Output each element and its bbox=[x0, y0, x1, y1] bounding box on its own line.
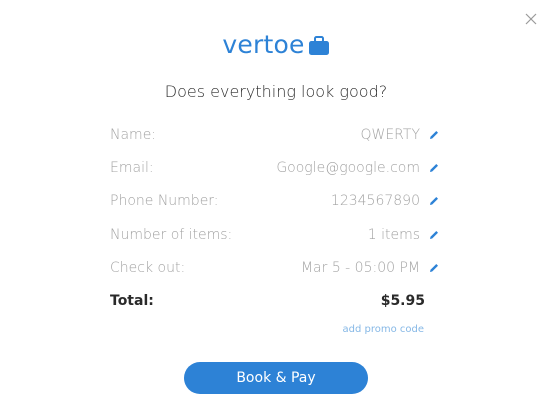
edit-items-button[interactable] bbox=[426, 227, 442, 243]
edit-phone-button[interactable] bbox=[426, 193, 442, 209]
checkout-value: Mar 5 - 05:00 PM bbox=[300, 260, 420, 276]
phone-label: Phone Number: bbox=[110, 193, 219, 209]
confirmation-heading: Does everything look good? bbox=[164, 82, 388, 101]
edit-email-button[interactable] bbox=[426, 160, 442, 176]
book-and-pay-button[interactable]: Book & Pay bbox=[184, 362, 368, 394]
add-promo-code-link[interactable]: add promo code bbox=[330, 324, 424, 335]
checkout-label: Check out: bbox=[110, 260, 186, 276]
items-value: 1 items bbox=[367, 227, 420, 243]
detail-row-email: Email: Google@google.com bbox=[110, 157, 442, 179]
close-icon bbox=[525, 13, 537, 25]
detail-row-phone: Phone Number: 1234567890 bbox=[110, 190, 442, 212]
edit-name-button[interactable] bbox=[426, 127, 442, 143]
total-value: $5.95 bbox=[380, 293, 425, 309]
pencil-icon bbox=[430, 264, 438, 272]
items-label: Number of items: bbox=[110, 227, 233, 243]
pencil-icon bbox=[430, 231, 438, 239]
pencil-icon bbox=[430, 164, 438, 172]
total-row: Total: $5.95 bbox=[110, 290, 442, 312]
detail-row-items: Number of items: 1 items bbox=[110, 224, 442, 246]
briefcase-icon bbox=[308, 35, 330, 56]
close-button[interactable] bbox=[522, 10, 540, 28]
email-label: Email: bbox=[110, 160, 154, 176]
pencil-icon bbox=[430, 131, 438, 139]
edit-checkout-button[interactable] bbox=[426, 260, 442, 276]
name-label: Name: bbox=[110, 127, 157, 143]
detail-row-name: Name: QWERTY bbox=[110, 124, 442, 146]
phone-value: 1234567890 bbox=[330, 193, 420, 209]
brand-logo: vertoe bbox=[0, 30, 552, 59]
pencil-icon bbox=[430, 197, 438, 205]
email-value: Google@google.com bbox=[276, 160, 420, 176]
name-value: QWERTY bbox=[360, 127, 420, 143]
total-label: Total: bbox=[110, 293, 154, 309]
brand-name: vertoe bbox=[222, 30, 305, 59]
detail-row-checkout: Check out: Mar 5 - 05:00 PM bbox=[110, 257, 442, 279]
checkout-confirmation-modal: vertoe Does everything look good? Name: … bbox=[0, 0, 552, 414]
